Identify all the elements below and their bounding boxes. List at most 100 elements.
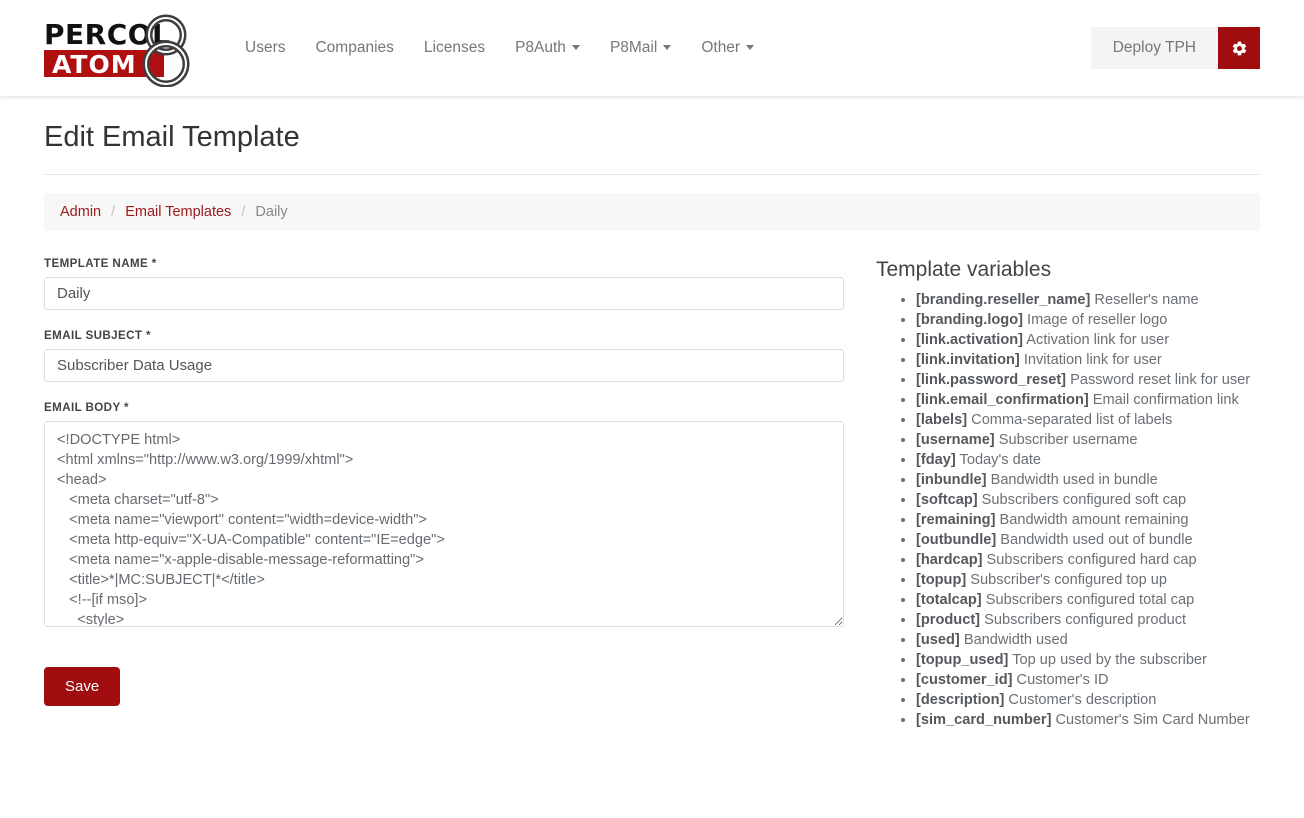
- template-variable-description: Top up used by the subscriber: [1008, 652, 1207, 669]
- template-variable-description: Subscriber's configured top up: [966, 572, 1167, 589]
- template-variable-description: Subscribers configured product: [980, 612, 1187, 629]
- template-variable-description: Customer's description: [1004, 692, 1157, 709]
- navbar-actions: Deploy TPH: [1090, 27, 1260, 69]
- template-variable-key: [used]: [916, 632, 960, 649]
- template-variable-key: [product]: [916, 612, 981, 629]
- template-name-label: TEMPLATE NAME *: [44, 256, 157, 270]
- template-variable-key: [topup_used]: [916, 652, 1009, 669]
- template-variable-description: Subscribers configured soft cap: [977, 492, 1187, 509]
- template-variable-key: [username]: [916, 432, 995, 449]
- nav-item-licenses[interactable]: Licenses: [409, 39, 500, 57]
- nav-link-users[interactable]: Users: [230, 40, 300, 56]
- template-variable-key: [description]: [916, 692, 1005, 709]
- template-variable-item: [link.activation] Activation link for us…: [916, 330, 1260, 350]
- breadcrumb-item-current: Daily: [255, 203, 288, 220]
- email-body-wrapper: <!DOCTYPE html> <html xmlns="http://www.…: [44, 420, 844, 627]
- template-variable-description: Password reset link for user: [1066, 372, 1251, 389]
- template-variable-item: [link.invitation] Invitation link for us…: [916, 350, 1260, 370]
- template-variable-description: Today's date: [955, 452, 1042, 469]
- nav-item-other[interactable]: Other: [686, 39, 769, 57]
- template-variable-key: [sim_card_number]: [916, 712, 1052, 729]
- template-variable-item: [outbundle] Bandwidth used out of bundle: [916, 530, 1260, 550]
- template-variable-description: Bandwidth used: [959, 632, 1068, 649]
- template-variable-item: [fday] Today's date: [916, 450, 1260, 470]
- nav-link-other[interactable]: Other: [686, 40, 769, 56]
- template-variable-item: [customer_id] Customer's ID: [916, 670, 1260, 690]
- template-variable-item: [inbundle] Bandwidth used in bundle: [916, 470, 1260, 490]
- nav-item-p8mail[interactable]: P8Mail: [595, 39, 686, 57]
- template-variable-description: Invitation link for user: [1019, 352, 1162, 369]
- template-variable-item: [branding.logo] Image of reseller logo: [916, 310, 1260, 330]
- template-variable-key: [softcap]: [916, 492, 978, 509]
- template-variable-key: [labels]: [916, 412, 968, 429]
- template-variables-title: Template variables: [876, 257, 1052, 281]
- breadcrumb-separator: /: [241, 203, 246, 220]
- template-variable-item: [hardcap] Subscribers configured hard ca…: [916, 550, 1260, 570]
- brand-logo[interactable]: PERCOL ATOM: [44, 14, 190, 87]
- chevron-down-icon: [663, 45, 672, 51]
- template-variable-item: [topup_used] Top up used by the subscrib…: [916, 650, 1260, 670]
- template-variable-description: Activation link for user: [1023, 332, 1170, 349]
- template-variable-description: Customer's ID: [1012, 672, 1109, 689]
- page-container: Edit Email Template Admin / Email Templa…: [0, 121, 1304, 730]
- template-variable-description: Subscriber username: [994, 432, 1138, 449]
- template-variable-key: [link.password_reset]: [916, 372, 1067, 389]
- nav-label: Companies: [315, 39, 394, 56]
- main-nav: Users Companies Licenses P8Auth P8Mail O…: [230, 39, 769, 57]
- template-variable-description: Image of reseller logo: [1023, 312, 1168, 329]
- template-variable-description: Bandwidth used in bundle: [986, 472, 1158, 489]
- template-variable-key: [topup]: [916, 572, 967, 589]
- nav-item-users[interactable]: Users: [230, 39, 300, 57]
- email-subject-label: EMAIL SUBJECT *: [44, 328, 151, 342]
- nav-link-licenses[interactable]: Licenses: [409, 40, 500, 56]
- template-variable-item: [link.password_reset] Password reset lin…: [916, 370, 1260, 390]
- template-variable-key: [inbundle]: [916, 472, 987, 489]
- email-subject-input[interactable]: [44, 348, 844, 382]
- template-variable-item: [topup] Subscriber's configured top up: [916, 570, 1260, 590]
- template-variable-key: [branding.reseller_name]: [916, 292, 1091, 309]
- template-variable-item: [sim_card_number] Customer's Sim Card Nu…: [916, 710, 1260, 730]
- template-variable-key: [totalcap]: [916, 592, 982, 609]
- nav-label: Licenses: [423, 39, 486, 56]
- template-name-input[interactable]: [44, 276, 844, 310]
- template-variable-key: [outbundle]: [916, 532, 997, 549]
- nav-link-p8mail[interactable]: P8Mail: [595, 40, 686, 56]
- top-navbar: PERCOL ATOM Users Companies Licenses P8A…: [0, 0, 1304, 96]
- field-email-subject: EMAIL SUBJECT *: [44, 329, 844, 382]
- edit-template-form: TEMPLATE NAME * EMAIL SUBJECT * EMAIL BO…: [44, 257, 844, 730]
- logo-eight-mark: [134, 13, 198, 87]
- breadcrumb-item-email-templates[interactable]: Email Templates: [125, 204, 231, 220]
- breadcrumb-separator: /: [111, 203, 116, 220]
- template-variable-item: [totalcap] Subscribers configured total …: [916, 590, 1260, 610]
- template-variable-item: [product] Subscribers configured product: [916, 610, 1260, 630]
- nav-item-companies[interactable]: Companies: [300, 39, 408, 57]
- template-variable-item: [description] Customer's description: [916, 690, 1260, 710]
- template-variable-key: [hardcap]: [916, 552, 983, 569]
- template-variable-item: [used] Bandwidth used: [916, 630, 1260, 650]
- email-body-textarea[interactable]: <!DOCTYPE html> <html xmlns="http://www.…: [44, 420, 844, 627]
- email-body-label: EMAIL BODY *: [44, 400, 129, 414]
- nav-label: Users: [245, 39, 286, 56]
- template-variable-key: [link.invitation]: [916, 352, 1020, 369]
- content-row: TEMPLATE NAME * EMAIL SUBJECT * EMAIL BO…: [44, 257, 1260, 730]
- nav-item-p8auth[interactable]: P8Auth: [500, 39, 595, 57]
- nav-link-p8auth[interactable]: P8Auth: [500, 40, 595, 56]
- template-variable-item: [branding.reseller_name] Reseller's name: [916, 290, 1260, 310]
- breadcrumb-item-admin[interactable]: Admin: [60, 204, 101, 220]
- chevron-down-icon: [571, 45, 580, 51]
- nav-label: P8Mail: [609, 39, 658, 56]
- template-variable-description: Bandwidth used out of bundle: [996, 532, 1193, 549]
- gear-icon: [1231, 40, 1248, 57]
- nav-link-companies[interactable]: Companies: [300, 40, 408, 56]
- field-email-body: EMAIL BODY * <!DOCTYPE html> <html xmlns…: [44, 401, 844, 627]
- template-variable-description: Subscribers configured hard cap: [982, 552, 1197, 569]
- template-variable-item: [softcap] Subscribers configured soft ca…: [916, 490, 1260, 510]
- template-variables-list: [branding.reseller_name] Reseller's name…: [876, 290, 1260, 730]
- template-variable-item: [link.email_confirmation] Email confirma…: [916, 390, 1260, 410]
- save-button[interactable]: Save: [44, 666, 121, 706]
- template-variable-item: [username] Subscriber username: [916, 430, 1260, 450]
- template-variable-key: [link.activation]: [916, 332, 1024, 349]
- settings-button[interactable]: [1218, 27, 1260, 69]
- template-variable-key: [remaining]: [916, 512, 996, 529]
- deploy-tph-button[interactable]: Deploy TPH: [1090, 27, 1218, 69]
